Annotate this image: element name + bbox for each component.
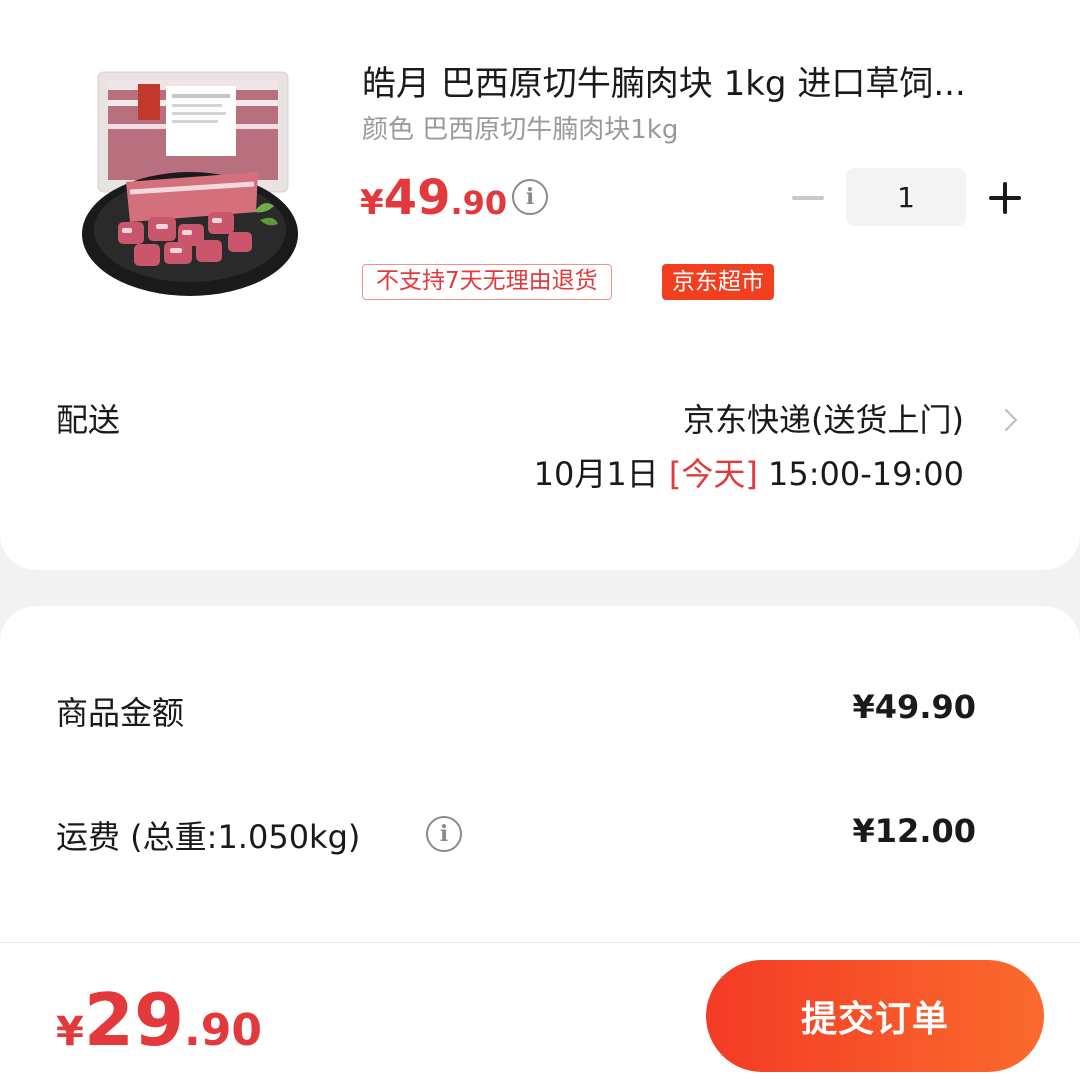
shipping-amount: ¥12.00 xyxy=(852,812,976,850)
total-currency: ¥ xyxy=(56,1009,84,1055)
return-policy-tag: 不支持7天无理由退货 xyxy=(362,264,612,300)
goods-amount-label: 商品金额 xyxy=(56,694,185,732)
delivery-date: 10月1日 xyxy=(533,455,659,493)
goods-amount: ¥49.90 xyxy=(852,688,976,726)
decrease-quantity-button[interactable] xyxy=(788,178,828,218)
price-info-icon[interactable]: i xyxy=(512,179,548,215)
price-decimal: .90 xyxy=(450,184,508,222)
shipping-label: 运费 (总重:1.050kg) xyxy=(56,818,361,856)
product-variant: 颜色 巴西原切牛腩肉块1kg xyxy=(362,115,679,145)
quantity-input[interactable]: 1 xyxy=(846,168,966,226)
store-tag: 京东超市 xyxy=(662,264,774,300)
beef-brisket-package-icon xyxy=(82,71,298,296)
submit-order-button[interactable]: 提交订单 xyxy=(706,960,1044,1072)
product-image[interactable] xyxy=(78,62,304,304)
product-title[interactable]: 皓月 巴西原切牛腩肉块 1kg 进口草饲... xyxy=(362,62,1042,106)
delivery-label: 配送 xyxy=(56,401,121,439)
shipping-info-icon[interactable]: i xyxy=(426,816,462,852)
product-price: ¥49.90 xyxy=(360,170,507,237)
total-decimal: .90 xyxy=(184,1005,262,1056)
total-integer: 29 xyxy=(83,978,185,1062)
price-currency: ¥ xyxy=(360,183,384,223)
price-integer: 49 xyxy=(383,170,451,226)
delivery-today-tag: [今天] xyxy=(668,455,758,493)
delivery-time-window: 15:00-19:00 xyxy=(768,455,964,493)
total-price: ¥29.90 xyxy=(56,978,262,1080)
increase-quantity-button[interactable] xyxy=(984,177,1026,219)
delivery-time[interactable]: 10月1日 [今天] 15:00-19:00 xyxy=(534,452,964,496)
delivery-method[interactable]: 京东快递(送货上门) xyxy=(683,398,964,442)
